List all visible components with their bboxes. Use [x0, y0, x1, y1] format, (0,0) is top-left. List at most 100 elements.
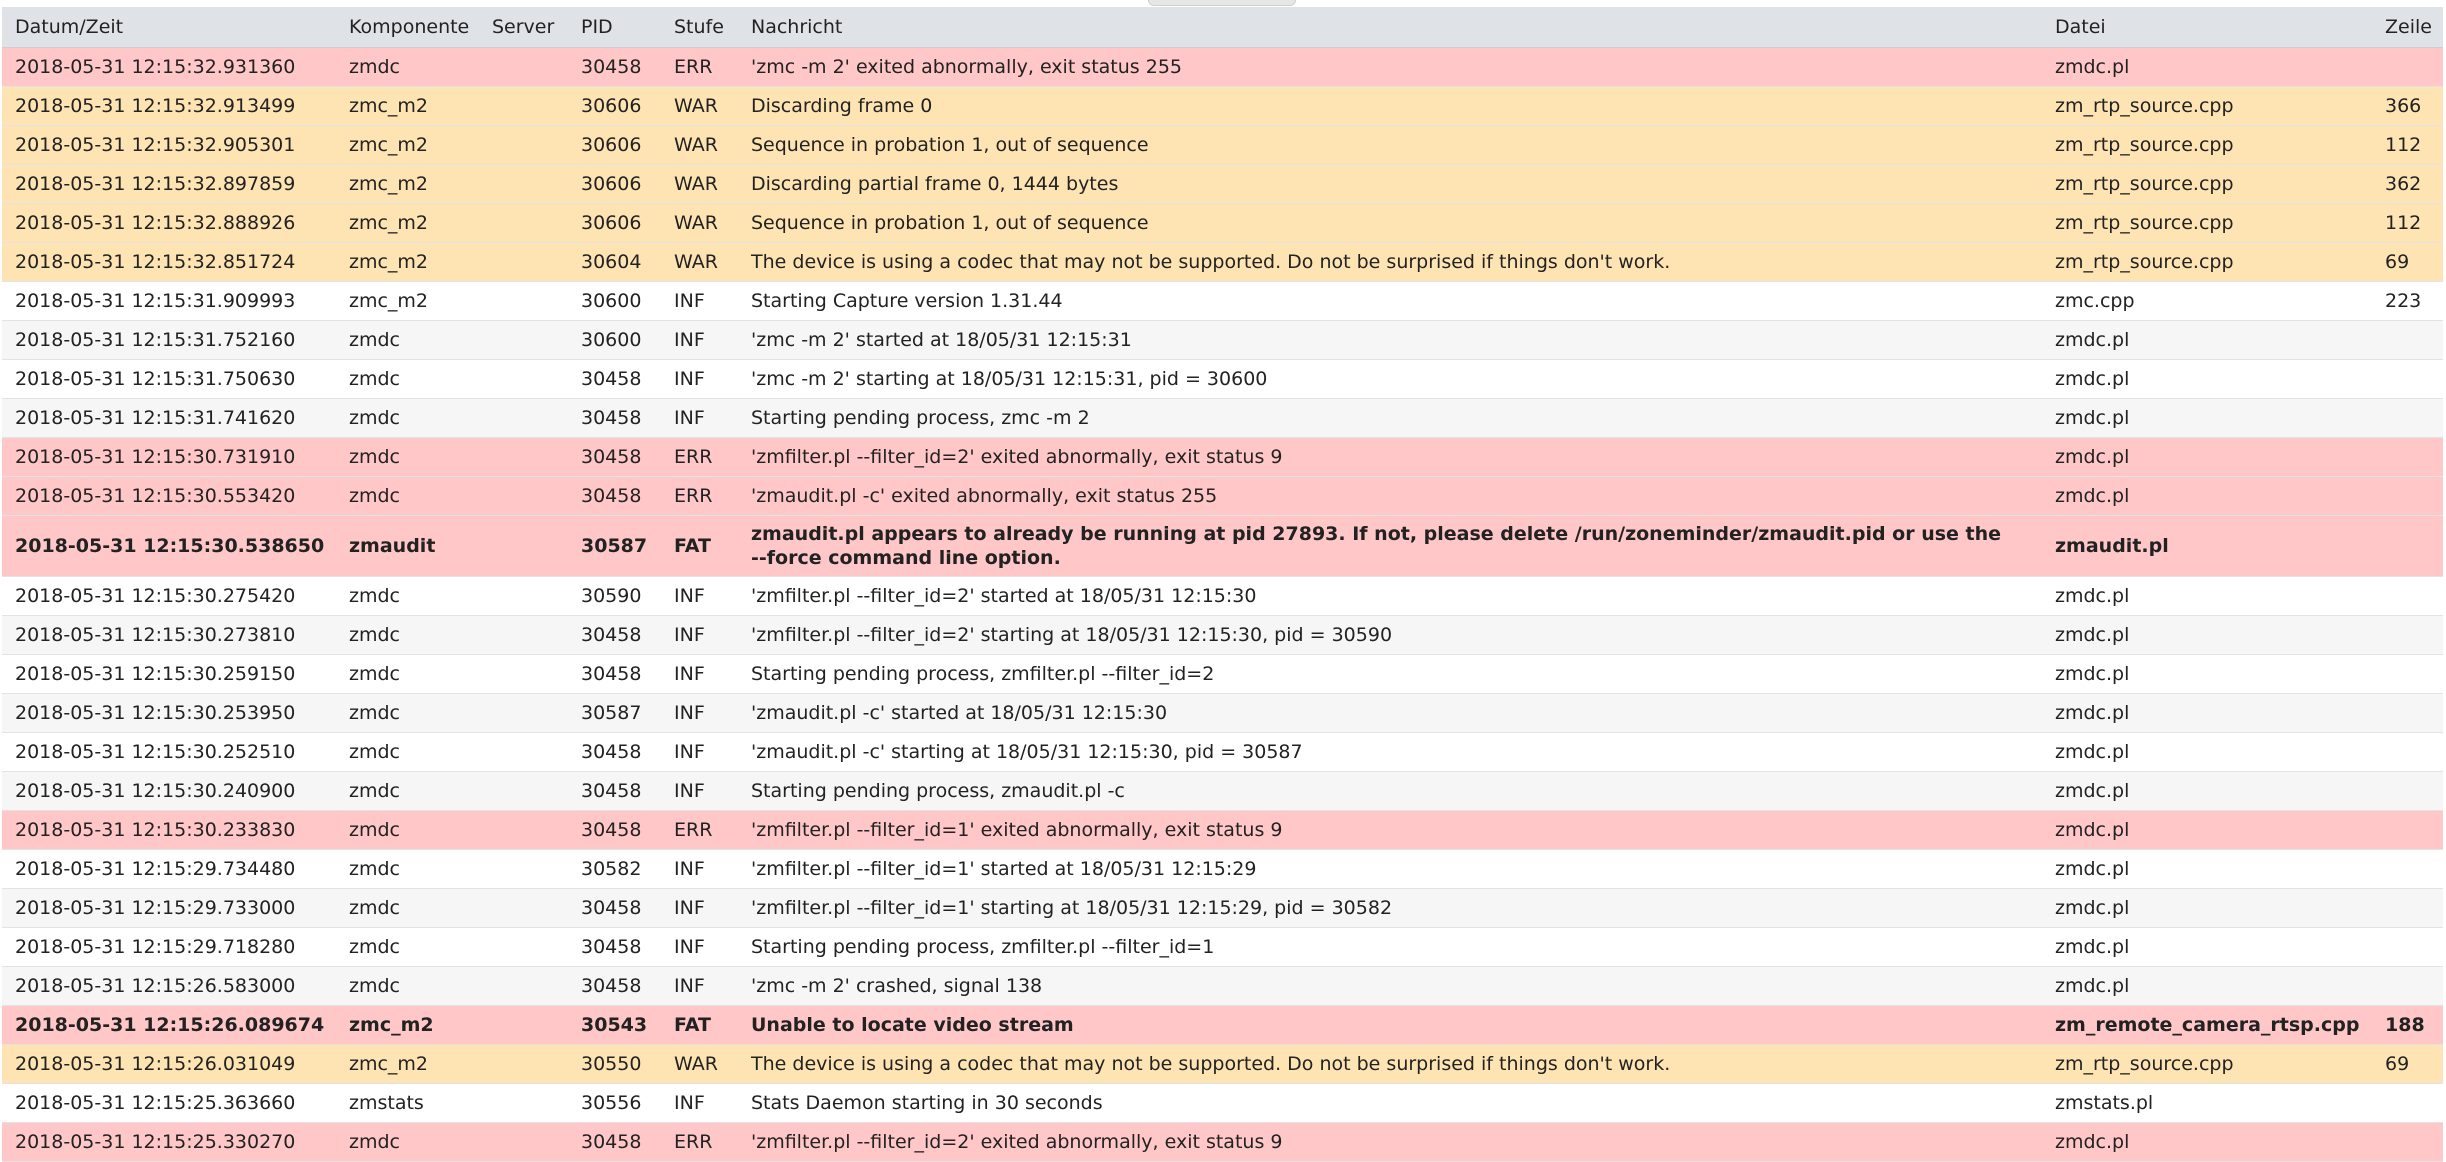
log-row[interactable]: 2018-05-31 12:15:30.240900 zmdc 30458 INF St… [2, 771, 2443, 811]
log-cell-server [479, 615, 568, 655]
log-cell-component: zmc_m2 [336, 203, 479, 243]
log-row[interactable]: 2018-05-31 12:15:29.733000 zmdc 30458 INF'z… [2, 888, 2443, 928]
log-cell-server [479, 888, 568, 928]
log-cell-file: zmdc.pl [2042, 654, 2372, 694]
log-row[interactable]: 2018-05-31 12:15:31.752160 zmdc 30600 INF'z… [2, 320, 2443, 360]
log-cell-datetime: 2018-05-31 12:15:29.718280 [2, 927, 336, 967]
log-cell-datetime: 2018-05-31 12:15:30.233830 [2, 810, 336, 850]
log-row[interactable]: 2018-05-31 12:15:30.253950 zmdc 30587 INF'z… [2, 693, 2443, 733]
log-cell-file: zmdc.pl [2042, 47, 2372, 87]
log-cell-component: zmdc [336, 47, 479, 87]
log-cell-line: 223 [2372, 281, 2443, 321]
log-cell-pid: 30556 [568, 1083, 661, 1123]
log-cell-message: 'zmfilter.pl --filter_id=1' starting at … [738, 888, 2042, 928]
log-row[interactable]: 2018-05-31 12:15:26.031049 zmc_m2 30550 WAR… [2, 1044, 2443, 1084]
log-cell-pid: 30458 [568, 398, 661, 438]
log-row[interactable]: 2018-05-31 12:15:30.233830 zmdc 30458 ERR'z… [2, 810, 2443, 850]
log-cell-pid: 30606 [568, 203, 661, 243]
log-cell-datetime: 2018-05-31 12:15:25.330270 [2, 1122, 336, 1162]
log-cell-component: zmc_m2 [336, 164, 479, 204]
log-cell-component: zmdc [336, 359, 479, 399]
log-cell-level: INF [661, 320, 738, 360]
log-cell-pid: 30458 [568, 771, 661, 811]
log-cell-file: zmdc.pl [2042, 615, 2372, 655]
log-row[interactable]: 2018-05-31 12:15:32.913499 zmc_m2 30606 WAR… [2, 86, 2443, 126]
log-cell-component: zmdc [336, 849, 479, 889]
log-row[interactable]: 2018-05-31 12:15:30.275420 zmdc 30590 INF'z… [2, 576, 2443, 616]
log-cell-pid: 30587 [568, 693, 661, 733]
log-row[interactable]: 2018-05-31 12:15:30.731910 zmdc 30458 ERR'z… [2, 437, 2443, 477]
log-row[interactable]: 2018-05-31 12:15:29.734480 zmdc 30582 INF'z… [2, 849, 2443, 889]
log-cell-file: zmdc.pl [2042, 966, 2372, 1006]
log-cell-datetime: 2018-05-31 12:15:29.734480 [2, 849, 336, 889]
log-cell-message: 'zmaudit.pl -c' starting at 18/05/31 12:… [738, 732, 2042, 772]
log-cell-component: zmc_m2 [336, 281, 479, 321]
log-row[interactable]: 2018-05-31 12:15:30.252510 zmdc 30458 INF'z… [2, 732, 2443, 772]
log-row[interactable]: 2018-05-31 12:15:32.851724 zmc_m2 30604 WAR… [2, 242, 2443, 282]
log-cell-server [479, 164, 568, 204]
column-header-file[interactable]: Datei [2042, 7, 2372, 48]
column-header-datetime[interactable]: Datum/Zeit [2, 7, 336, 48]
log-cell-line: 112 [2372, 125, 2443, 165]
log-cell-level: WAR [661, 203, 738, 243]
column-header-level[interactable]: Stufe [661, 7, 738, 48]
log-row[interactable]: 2018-05-31 12:15:25.363660 zmstats 30556 IN… [2, 1083, 2443, 1123]
log-cell-level: INF [661, 732, 738, 772]
log-cell-server [479, 1005, 568, 1045]
log-cell-level: WAR [661, 242, 738, 282]
log-cell-message: 'zmfilter.pl --filter_id=1' started at 1… [738, 849, 2042, 889]
column-header-component[interactable]: Komponente [336, 7, 479, 48]
log-row[interactable]: 2018-05-31 12:15:26.583000 zmdc 30458 INF'z… [2, 966, 2443, 1006]
log-cell-line [2372, 359, 2443, 399]
column-header-line[interactable]: Zeile [2372, 7, 2443, 48]
log-row[interactable]: 2018-05-31 12:15:30.538650 zmaudit 30587 FA… [2, 515, 2443, 577]
log-row[interactable]: 2018-05-31 12:15:26.089674 zmc_m2 30543 FAT… [2, 1005, 2443, 1045]
log-cell-component: zmdc [336, 966, 479, 1006]
log-row[interactable]: 2018-05-31 12:15:32.888926 zmc_m2 30606 WAR… [2, 203, 2443, 243]
log-cell-message: 'zmaudit.pl -c' started at 18/05/31 12:1… [738, 693, 2042, 733]
log-row[interactable]: 2018-05-31 12:15:29.718280 zmdc 30458 INF St… [2, 927, 2443, 967]
column-header-pid[interactable]: PID [568, 7, 661, 48]
log-row[interactable]: 2018-05-31 12:15:32.931360 zmdc 30458 ERR'z… [2, 47, 2443, 87]
log-cell-message: 'zmc -m 2' started at 18/05/31 12:15:31 [738, 320, 2042, 360]
log-cell-level: INF [661, 927, 738, 967]
column-header-server[interactable]: Server [479, 7, 568, 48]
log-cell-level: ERR [661, 437, 738, 477]
log-cell-message: Stats Daemon starting in 30 seconds [738, 1083, 2042, 1123]
log-table-body: 2018-05-31 12:15:32.931360 zmdc 30458 ERR'z… [2, 47, 2443, 1162]
log-cell-datetime: 2018-05-31 12:15:31.750630 [2, 359, 336, 399]
log-cell-file: zmc.cpp [2042, 281, 2372, 321]
log-cell-server [479, 693, 568, 733]
log-row[interactable]: 2018-05-31 12:15:30.259150 zmdc 30458 INF St… [2, 654, 2443, 694]
log-cell-line [2372, 615, 2443, 655]
log-cell-message: 'zmc -m 2' crashed, signal 138 [738, 966, 2042, 1006]
log-row[interactable]: 2018-05-31 12:15:31.741620 zmdc 30458 INF St… [2, 398, 2443, 438]
log-cell-server [479, 654, 568, 694]
log-row[interactable]: 2018-05-31 12:15:31.750630 zmdc 30458 INF'z… [2, 359, 2443, 399]
top-scroll-tab[interactable] [1148, 0, 1296, 6]
log-row[interactable]: 2018-05-31 12:15:30.553420 zmdc 30458 ERR'z… [2, 476, 2443, 516]
log-cell-pid: 30458 [568, 966, 661, 1006]
log-cell-pid: 30458 [568, 437, 661, 477]
log-cell-server [479, 320, 568, 360]
log-row[interactable]: 2018-05-31 12:15:32.905301 zmc_m2 30606 WAR… [2, 125, 2443, 165]
log-cell-pid: 30458 [568, 927, 661, 967]
log-cell-line [2372, 732, 2443, 772]
log-row[interactable]: 2018-05-31 12:15:30.273810 zmdc 30458 INF'z… [2, 615, 2443, 655]
log-cell-level: WAR [661, 1044, 738, 1084]
log-row[interactable]: 2018-05-31 12:15:32.897859 zmc_m2 30606 WAR… [2, 164, 2443, 204]
log-cell-line [2372, 771, 2443, 811]
log-cell-line [2372, 810, 2443, 850]
log-cell-datetime: 2018-05-31 12:15:32.897859 [2, 164, 336, 204]
log-cell-server [479, 1083, 568, 1123]
log-cell-server [479, 281, 568, 321]
log-cell-datetime: 2018-05-31 12:15:30.240900 [2, 771, 336, 811]
log-cell-file: zm_rtp_source.cpp [2042, 125, 2372, 165]
log-cell-file: zmdc.pl [2042, 810, 2372, 850]
log-row[interactable]: 2018-05-31 12:15:31.909993 zmc_m2 30600 INF… [2, 281, 2443, 321]
log-cell-level: INF [661, 281, 738, 321]
log-cell-level: ERR [661, 1122, 738, 1162]
log-cell-file: zmdc.pl [2042, 359, 2372, 399]
log-row[interactable]: 2018-05-31 12:15:25.330270 zmdc 30458 ERR'z… [2, 1122, 2443, 1162]
column-header-message[interactable]: Nachricht [738, 7, 2042, 48]
